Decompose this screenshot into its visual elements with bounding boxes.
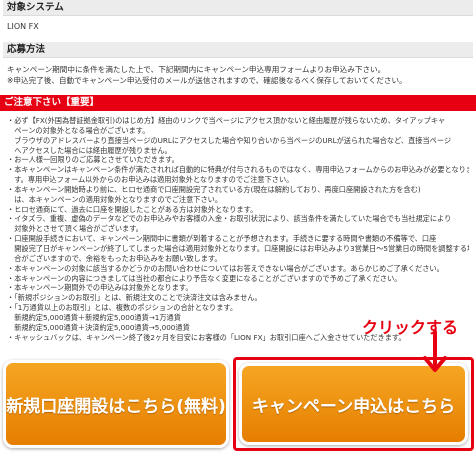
target-system-heading: 対象システム bbox=[3, 0, 473, 16]
notice-item: ・ヒロセ通商にて、過去に口座を開設したことがある方は対象外となります。 bbox=[7, 204, 258, 214]
notice-list: ・必ず【FX(外国為替証拠金取引)のはじめ方】経由のリンクで当ページにアクセス頂… bbox=[7, 116, 469, 342]
how-to-apply-heading: 応募方法 bbox=[3, 42, 473, 58]
notice-item: ・本キャンペーン期間外での申込みは対象外となります。 bbox=[7, 283, 193, 293]
notice-item: 開設完了日がキャンペーンが終了してしまった場合は適用対象外となります。口座開設に… bbox=[7, 243, 469, 253]
notice-item: ・「1万通貨以上のお取引」とは、複数のポジションの合計となります。 bbox=[7, 303, 238, 313]
notice-item: は、本キャンペーンの適用対象外となりますのでご注意下さい。 bbox=[7, 194, 223, 204]
target-system-value: LION FX bbox=[7, 22, 39, 31]
how-to-apply-line-1: キャンペーン期間中に条件を満たした上で、下記期間内にキャンペーン申込専用フォーム… bbox=[7, 65, 386, 74]
notice-item: ・必ず【FX(外国為替証拠金取引)のはじめ方】経由のリンクで当ページにアクセス頂… bbox=[7, 116, 446, 125]
notice-item: へアクセスした場合には経由履歴が残りません。 bbox=[7, 145, 172, 155]
down-arrow-icon bbox=[423, 330, 447, 372]
notice-item: ・本キャンペーンはキャンペーン条件が満たされれば自動的に特典が付与されるものでは… bbox=[7, 165, 469, 175]
notice-item: ・イタズラ、重複、虚偽のデータなどでのお申込みやお客様の入金・お取引状況により、… bbox=[7, 214, 452, 224]
campaign-page: 対象システム LION FX 応募方法 キャンペーン期間中に条件を満たした上で、… bbox=[0, 0, 476, 457]
notice-item: ペーンの対象外となる場合がございます。 bbox=[7, 125, 150, 135]
notice-item: す。専用申込フォーム以外からのお申込みは適用対象外となりますのでご注意下さい。 bbox=[7, 175, 294, 185]
notice-item: ・本キャンペーンの内容につきましては当社の都合により予告なく変更になることがござ… bbox=[7, 273, 402, 283]
open-account-button[interactable]: 新規口座開設はこちら(無料) bbox=[3, 360, 229, 448]
how-to-apply-line-2: ※申込完了後、自動でキャンペーン申込受付のメールが送信されますので、確認後なるべ… bbox=[7, 76, 407, 85]
notice-item: ・本キャンペーン開始時より前に、ヒロセ通商で口座開設完了されている方(現在は解約… bbox=[7, 184, 421, 194]
notice-item: 合がございますので、余裕をもったお申込みをお願い致します。 bbox=[7, 253, 222, 263]
notice-item: ・口座開設手続きにおいて、キャンペーン期間中に書類が到着することが予想されます。… bbox=[7, 234, 437, 244]
notice-item: ・お一人様一回限りのご応募とさせていただきます。 bbox=[7, 155, 179, 165]
notice-item: ・本キャンペーンの対象に該当するかどうかのお問い合わせについてはお答えできない場… bbox=[7, 263, 444, 273]
notice-item: ブラウザのアドレスバーより直接当ページのURLにアクセスした場合や知り合いから当… bbox=[7, 135, 452, 145]
notice-item: ・「新規ポジションのお取引」とは、新規注文のことで決済注文は含みません。 bbox=[7, 293, 262, 303]
notice-heading: ご注意下さい【重要】 bbox=[0, 95, 476, 111]
notice-item: 対象外とさせて頂く場合がございます。 bbox=[7, 224, 143, 234]
